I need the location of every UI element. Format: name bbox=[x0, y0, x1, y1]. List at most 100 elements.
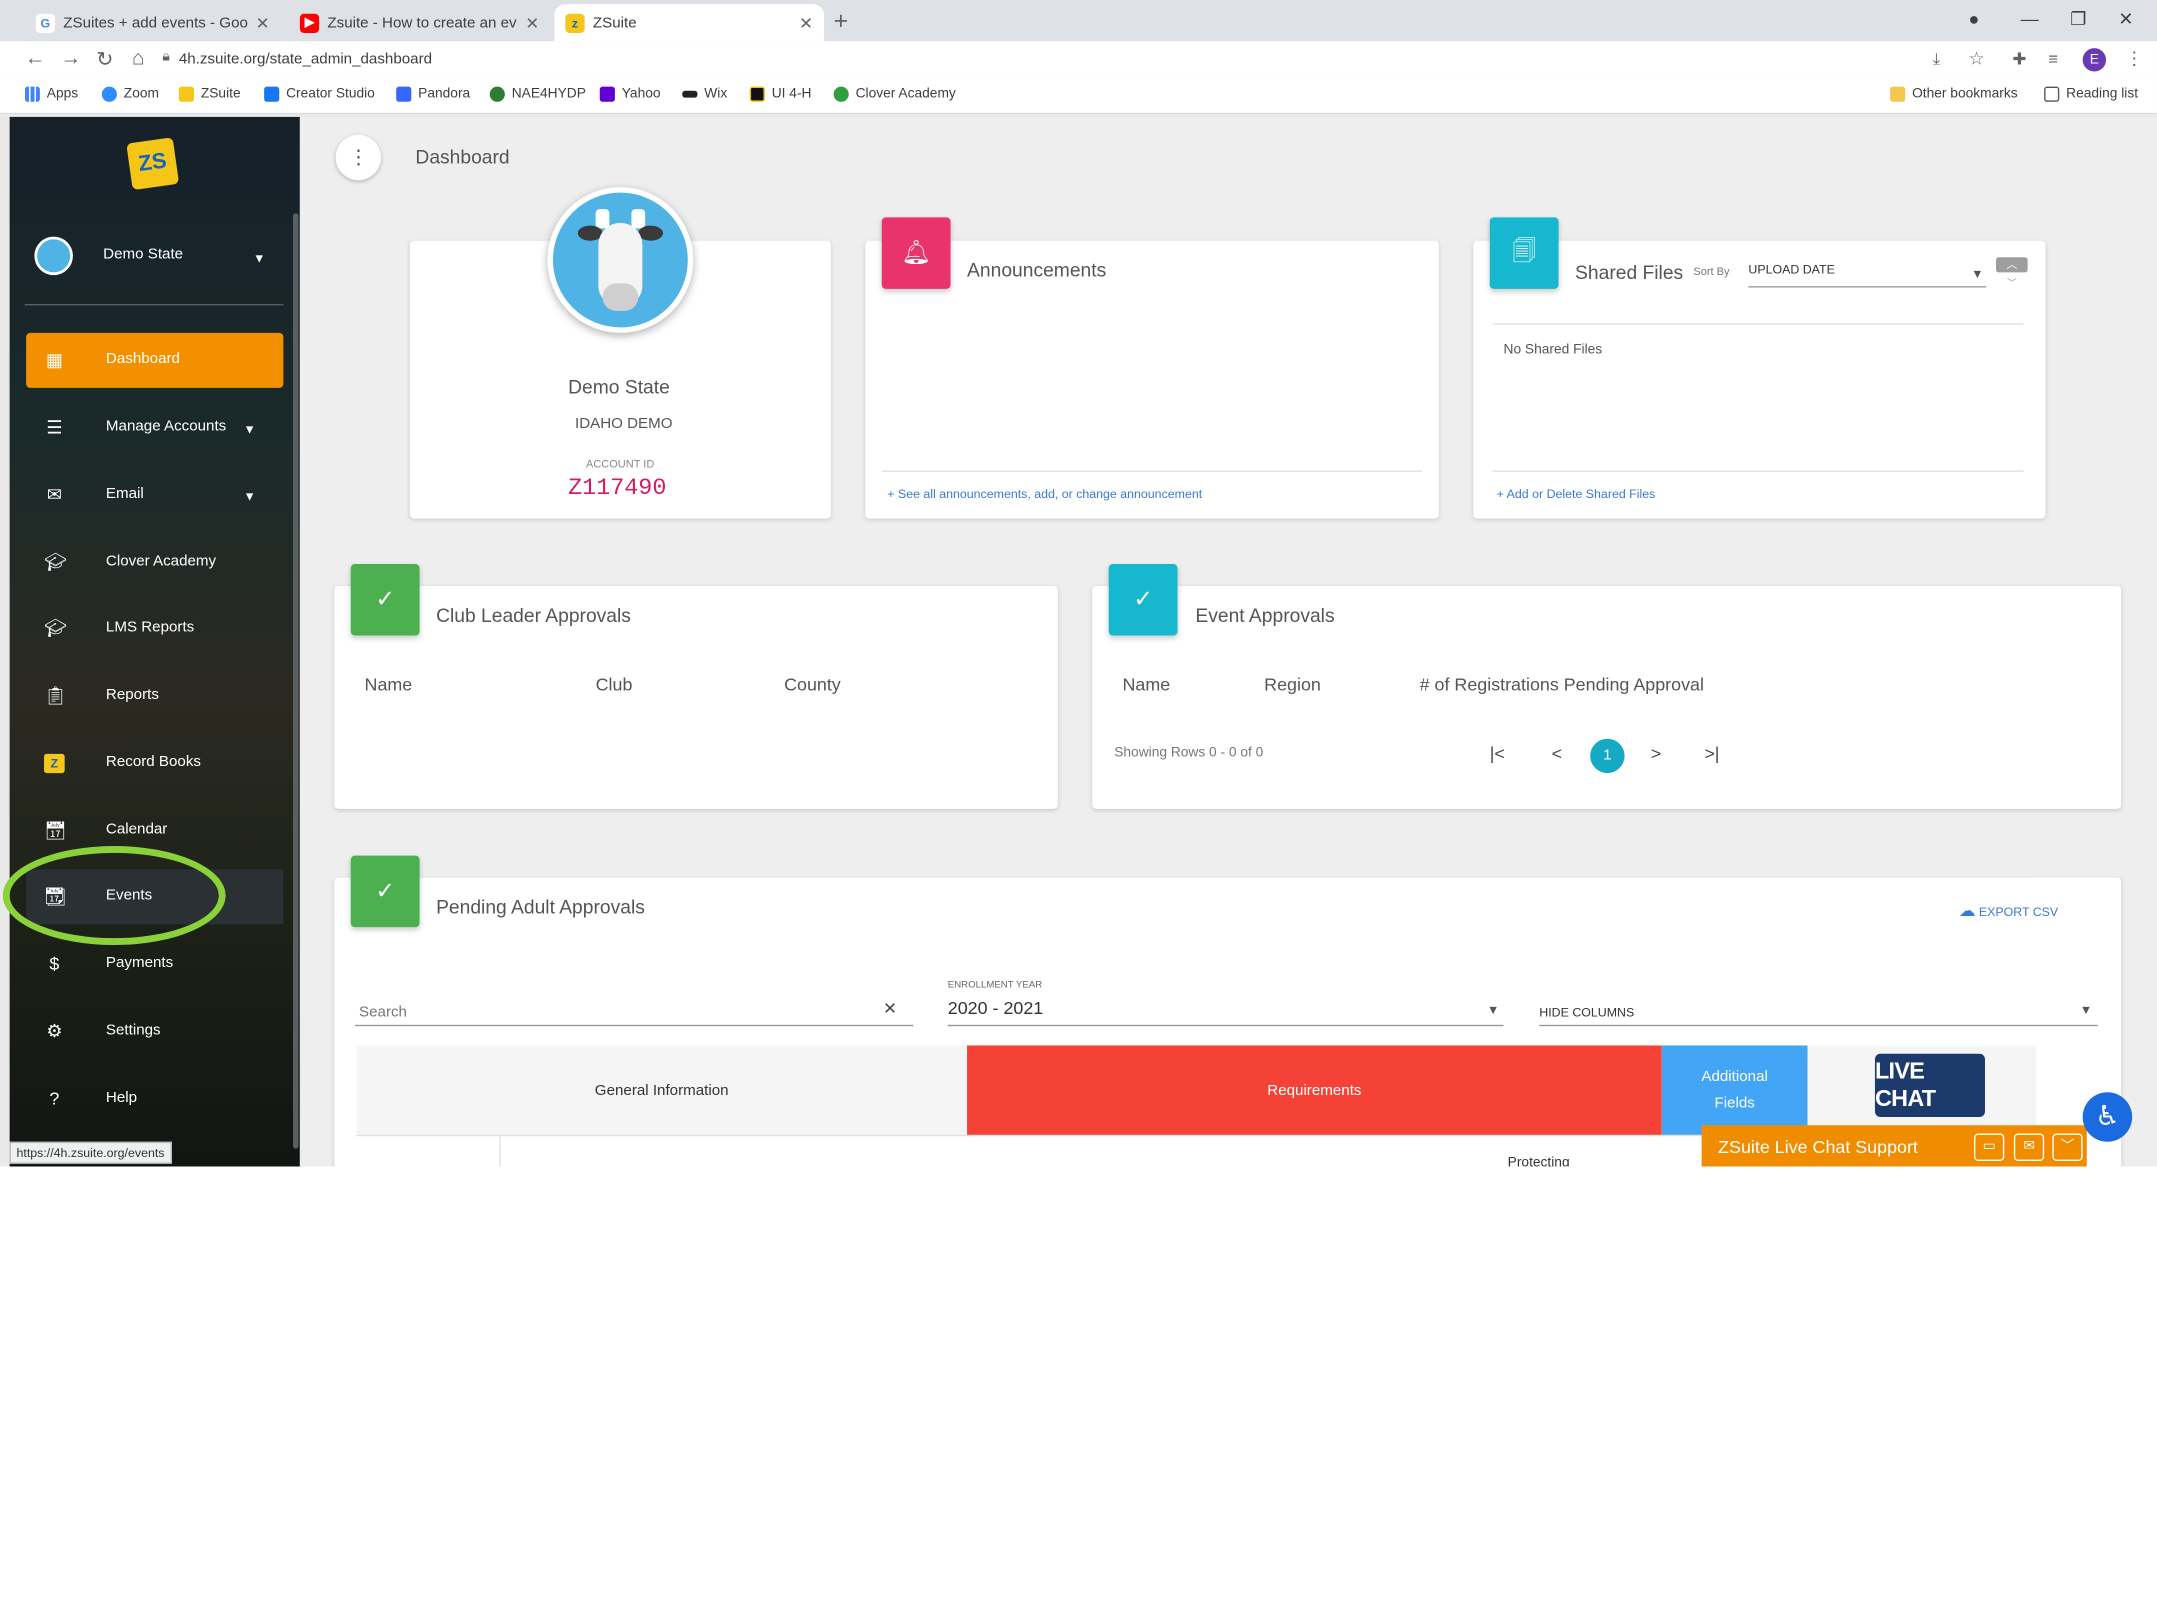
next-page-icon[interactable]: > bbox=[1651, 743, 1661, 764]
star-icon[interactable]: ☆ bbox=[1968, 48, 1984, 70]
minimize-icon[interactable]: — bbox=[2021, 8, 2039, 29]
sidebar-item-label: Payments bbox=[105, 954, 174, 972]
first-page-icon[interactable]: |< bbox=[1490, 743, 1505, 764]
home-icon[interactable]: ⌂ bbox=[132, 47, 144, 70]
hide-columns-select[interactable]: HIDE COLUMNS bbox=[1539, 1006, 1634, 1020]
google-icon: G bbox=[35, 13, 56, 33]
bookmark-apps[interactable]: Apps bbox=[24, 86, 78, 102]
youtube-icon: ▶ bbox=[299, 13, 320, 33]
chevron-down-icon[interactable]: ﹀ bbox=[2052, 1133, 2083, 1162]
reload-icon[interactable]: ↻ bbox=[96, 47, 113, 71]
sidebar-item-settings[interactable]: ⚙ Settings bbox=[26, 1004, 283, 1059]
chevron-down-icon[interactable]: ▼ bbox=[253, 252, 265, 266]
table-group-additional[interactable]: Additional Fields bbox=[1661, 1045, 1808, 1135]
bookmark-reading-list[interactable]: Reading list bbox=[2044, 86, 2138, 102]
column-header[interactable]: Protecting bbox=[1508, 1156, 1570, 1167]
chevron-down-icon[interactable]: ▼ bbox=[1971, 267, 1983, 281]
clear-search-icon[interactable]: ✕ bbox=[883, 999, 897, 1018]
close-icon[interactable]: ✕ bbox=[525, 13, 539, 32]
shared-files-title: Shared Files bbox=[1575, 261, 1684, 284]
search-input[interactable] bbox=[356, 1000, 885, 1025]
close-icon[interactable]: ✕ bbox=[256, 13, 270, 32]
folder-icon bbox=[1890, 86, 1906, 102]
sidebar-item-lms-reports[interactable]: 🎓︎ LMS Reports bbox=[26, 601, 283, 656]
bookmark-other[interactable]: Other bookmarks bbox=[1890, 86, 2018, 102]
bookmark-yahoo[interactable]: Yahoo bbox=[599, 86, 661, 102]
column-header[interactable]: # of Registrations Pending Approval bbox=[1420, 674, 1704, 695]
extensions-icon[interactable]: ✚ bbox=[2013, 50, 2027, 69]
column-header[interactable]: County bbox=[784, 674, 841, 695]
last-page-icon[interactable]: >| bbox=[1704, 743, 1719, 764]
bookmark-wix[interactable]: Wix bbox=[682, 87, 727, 102]
forward-icon[interactable]: → bbox=[61, 47, 82, 70]
bell-icon: 🔔︎ bbox=[881, 217, 951, 289]
maximize-icon[interactable]: ❐ bbox=[2070, 8, 2086, 30]
browser-tab[interactable]: ▶ Zsuite - How to create an event ✕ bbox=[288, 4, 551, 42]
menu-icon[interactable]: ⋮ bbox=[2125, 48, 2143, 70]
bookmark-creator-studio[interactable]: Creator Studio bbox=[264, 86, 375, 102]
live-chat-badge[interactable]: LIVE CHAT bbox=[1874, 1053, 1985, 1117]
address-bar[interactable]: 4h.zsuite.org/state_admin_dashboard bbox=[179, 51, 432, 68]
sidebar-item-label: Settings bbox=[105, 1022, 161, 1039]
sidebar-item-email[interactable]: ✉ Email ▼ bbox=[26, 468, 283, 523]
bookmark-pandora[interactable]: Pandora bbox=[396, 86, 470, 102]
file-icon: 🗐 bbox=[1489, 217, 1559, 289]
sidebar-item-reports[interactable]: 📋︎ Reports bbox=[26, 669, 283, 724]
ui-icon bbox=[749, 86, 765, 102]
chevron-down-icon[interactable]: ﹀ bbox=[2007, 276, 2017, 290]
sidebar-profile-name[interactable]: Demo State bbox=[103, 246, 183, 263]
live-chat-bar[interactable]: ZSuite Live Chat Support ▭ ✉ ﹀ bbox=[1701, 1125, 2087, 1167]
prev-page-icon[interactable]: < bbox=[1552, 743, 1562, 764]
column-header[interactable]: Club bbox=[596, 674, 633, 695]
shared-files-link[interactable]: + Add or Delete Shared Files bbox=[1497, 487, 1656, 501]
sidebar-item-clover-academy[interactable]: 🎓︎ Clover Academy bbox=[26, 535, 283, 590]
close-icon[interactable]: ✕ bbox=[799, 13, 813, 32]
sidebar-item-record-books[interactable]: Z Record Books bbox=[26, 736, 283, 791]
sidebar-item-payments[interactable]: $ Payments bbox=[26, 937, 283, 992]
sidebar-item-manage-accounts[interactable]: ☰ Manage Accounts ▼ bbox=[26, 400, 283, 455]
dollar-icon: $ bbox=[49, 953, 60, 974]
column-header[interactable]: Name bbox=[1122, 674, 1170, 695]
column-header[interactable]: Name bbox=[365, 674, 413, 695]
accessibility-icon[interactable]: ♿︎ bbox=[2082, 1092, 2133, 1142]
chevron-down-icon[interactable]: ▼ bbox=[2080, 1003, 2092, 1017]
sidebar-item-label: Email bbox=[105, 485, 144, 503]
export-csv-button[interactable]: ☁ EXPORT CSV bbox=[1959, 901, 2058, 920]
dashboard-icon: ▦ bbox=[45, 349, 63, 371]
bookmark-nae4hydp[interactable]: NAE4HYDP bbox=[489, 86, 586, 102]
bookmark-zsuite[interactable]: ZSuite bbox=[178, 86, 241, 102]
install-icon[interactable]: ⤓ bbox=[1933, 50, 1940, 71]
enrollment-year-select[interactable]: 2020 - 2021 bbox=[948, 997, 1043, 1018]
back-icon[interactable]: ← bbox=[25, 47, 46, 70]
bookmark-ui4h[interactable]: UI 4-H bbox=[749, 86, 811, 102]
media-icon[interactable]: ≡ bbox=[2048, 50, 2058, 69]
zsuite-icon: z bbox=[565, 13, 585, 33]
new-tab-icon[interactable]: + bbox=[834, 7, 848, 36]
chat-icon[interactable]: ▭ bbox=[1973, 1133, 2005, 1162]
announcements-link[interactable]: + See all announcements, add, or change … bbox=[887, 487, 1202, 501]
collapse-button[interactable]: ︿ bbox=[1995, 257, 2028, 273]
page-number[interactable]: 1 bbox=[1590, 738, 1625, 774]
bookmark-clover-academy[interactable]: Clover Academy bbox=[833, 86, 956, 102]
chevron-down-icon[interactable]: ▼ bbox=[1487, 1003, 1499, 1017]
sidebar-scrollbar[interactable] bbox=[293, 213, 299, 1149]
table-group-requirements[interactable]: Requirements bbox=[967, 1045, 1662, 1135]
browser-tab-active[interactable]: z ZSuite ✕ bbox=[554, 4, 824, 42]
profile-avatar[interactable]: E bbox=[2082, 48, 2107, 72]
table-group-general[interactable]: General Information bbox=[356, 1045, 968, 1135]
window-close-icon[interactable]: ✕ bbox=[2118, 8, 2133, 30]
zsuite-logo[interactable]: ZS bbox=[126, 137, 180, 191]
avatar[interactable] bbox=[34, 236, 73, 276]
more-options-icon[interactable]: ⋮ bbox=[335, 134, 382, 181]
mail-icon[interactable]: ✉ bbox=[2013, 1133, 2045, 1162]
cow-avatar bbox=[547, 187, 694, 333]
nae4hydp-icon bbox=[489, 86, 505, 102]
bookmark-zoom[interactable]: Zoom bbox=[101, 86, 159, 102]
showing-rows: Showing Rows 0 - 0 of 0 bbox=[1114, 745, 1264, 761]
column-header[interactable]: Region bbox=[1264, 674, 1321, 695]
sidebar-item-dashboard[interactable]: ▦ Dashboard bbox=[26, 332, 284, 388]
profile-menu-icon[interactable]: ● bbox=[1968, 8, 1979, 29]
sidebar-item-help[interactable]: ? Help bbox=[26, 1072, 283, 1127]
browser-tab[interactable]: G ZSuites + add events - Google Sl ✕ bbox=[24, 4, 281, 42]
sort-select[interactable]: UPLOAD DATE bbox=[1748, 263, 1834, 277]
